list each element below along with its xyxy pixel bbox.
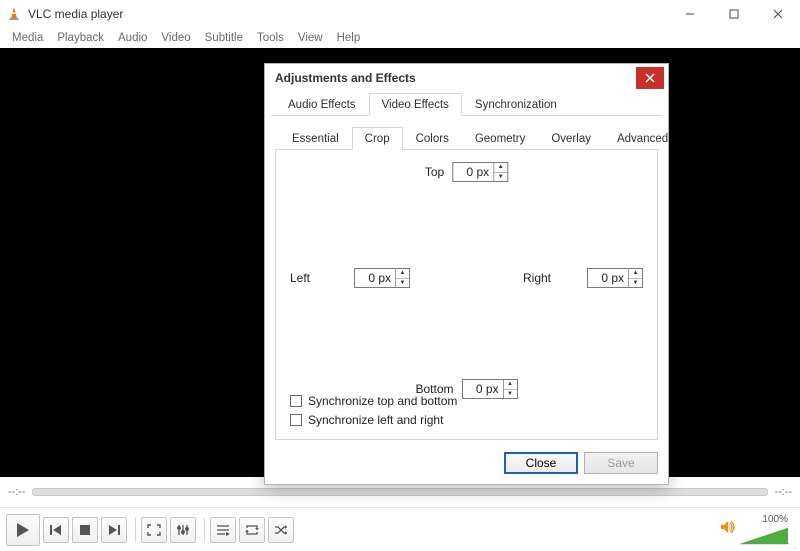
playback-controls: 100% . .. . .: [0, 507, 800, 551]
playlist-button[interactable]: [210, 517, 236, 543]
sync-tb-label: Synchronize top and bottom: [308, 394, 457, 408]
menu-subtitle[interactable]: Subtitle: [199, 30, 249, 46]
spin-down-icon[interactable]: ▼: [629, 279, 642, 288]
next-button[interactable]: [101, 517, 127, 543]
sync-top-bottom-checkbox[interactable]: Synchronize top and bottom: [290, 394, 457, 408]
dialog-close-button[interactable]: [636, 67, 664, 89]
spin-down-icon[interactable]: ▼: [504, 390, 517, 399]
crop-bottom-value: 0 px: [463, 382, 503, 396]
menu-audio[interactable]: Audio: [112, 30, 153, 46]
sync-lr-label: Synchronize left and right: [308, 413, 443, 427]
tab-colors[interactable]: Colors: [403, 127, 462, 150]
spin-up-icon[interactable]: ▲: [494, 163, 507, 173]
tab-synchronization[interactable]: Synchronization: [462, 93, 570, 116]
save-button[interactable]: Save: [584, 452, 658, 474]
window-titlebar: VLC media player: [0, 0, 800, 28]
shuffle-button[interactable]: [268, 517, 294, 543]
separator: [135, 518, 136, 542]
spin-up-icon[interactable]: ▲: [504, 380, 517, 390]
adjustments-effects-dialog: Adjustments and Effects Audio Effects Vi…: [264, 63, 669, 485]
extended-settings-button[interactable]: [170, 517, 196, 543]
menubar: Media Playback Audio Video Subtitle Tool…: [0, 28, 800, 48]
separator: [204, 518, 205, 542]
crop-left-spin[interactable]: 0 px ▲▼: [354, 268, 410, 288]
tab-video-effects[interactable]: Video Effects: [369, 93, 462, 116]
fullscreen-button[interactable]: [141, 517, 167, 543]
crop-bottom-spin[interactable]: 0 px ▲▼: [462, 379, 518, 399]
window-minimize-button[interactable]: [668, 0, 712, 28]
seek-slider[interactable]: [32, 488, 769, 496]
dialog-title: Adjustments and Effects: [275, 71, 636, 85]
checkbox-icon: [290, 395, 302, 407]
crop-top-spin[interactable]: 0 px ▲▼: [452, 162, 508, 182]
close-button[interactable]: Close: [504, 452, 578, 474]
time-elapsed: --:--: [8, 486, 26, 498]
menu-tools[interactable]: Tools: [251, 30, 290, 46]
main-tabs: Audio Effects Video Effects Synchronizat…: [271, 92, 662, 116]
tab-audio-effects[interactable]: Audio Effects: [275, 93, 369, 116]
stop-button[interactable]: [72, 517, 98, 543]
crop-panel: Top 0 px ▲▼ Left 0 px ▲▼ Right 0 px ▲▼ B…: [275, 150, 658, 440]
window-maximize-button[interactable]: [712, 0, 756, 28]
menu-view[interactable]: View: [292, 30, 329, 46]
menu-media[interactable]: Media: [6, 30, 49, 46]
volume-value: 100%: [762, 514, 788, 525]
crop-left-label: Left: [290, 271, 336, 285]
resize-grip[interactable]: . .. . .: [781, 540, 797, 548]
crop-left-value: 0 px: [355, 271, 395, 285]
spin-up-icon[interactable]: ▲: [396, 269, 409, 279]
tab-essential[interactable]: Essential: [279, 127, 352, 150]
speaker-icon[interactable]: [720, 520, 736, 539]
tab-advanced[interactable]: Advanced: [604, 127, 681, 150]
loop-button[interactable]: [239, 517, 265, 543]
previous-button[interactable]: [43, 517, 69, 543]
sub-tabs: Essential Crop Colors Geometry Overlay A…: [275, 126, 658, 150]
menu-video[interactable]: Video: [155, 30, 196, 46]
menu-playback[interactable]: Playback: [51, 30, 110, 46]
spin-up-icon[interactable]: ▲: [629, 269, 642, 279]
crop-right-value: 0 px: [588, 271, 628, 285]
menu-help[interactable]: Help: [331, 30, 367, 46]
crop-top-value: 0 px: [453, 165, 493, 179]
sync-left-right-checkbox[interactable]: Synchronize left and right: [290, 413, 457, 427]
spin-down-icon[interactable]: ▼: [494, 173, 507, 182]
window-title: VLC media player: [28, 7, 668, 21]
spin-down-icon[interactable]: ▼: [396, 279, 409, 288]
crop-right-spin[interactable]: 0 px ▲▼: [587, 268, 643, 288]
crop-top-label: Top: [425, 165, 444, 179]
crop-right-label: Right: [523, 271, 569, 285]
play-button[interactable]: [6, 514, 40, 546]
time-total: --:--: [774, 486, 792, 498]
app-icon: [6, 6, 22, 22]
tab-geometry[interactable]: Geometry: [462, 127, 539, 150]
window-close-button[interactable]: [756, 0, 800, 28]
tab-crop[interactable]: Crop: [352, 127, 403, 150]
checkbox-icon: [290, 414, 302, 426]
tab-overlay[interactable]: Overlay: [538, 127, 604, 150]
